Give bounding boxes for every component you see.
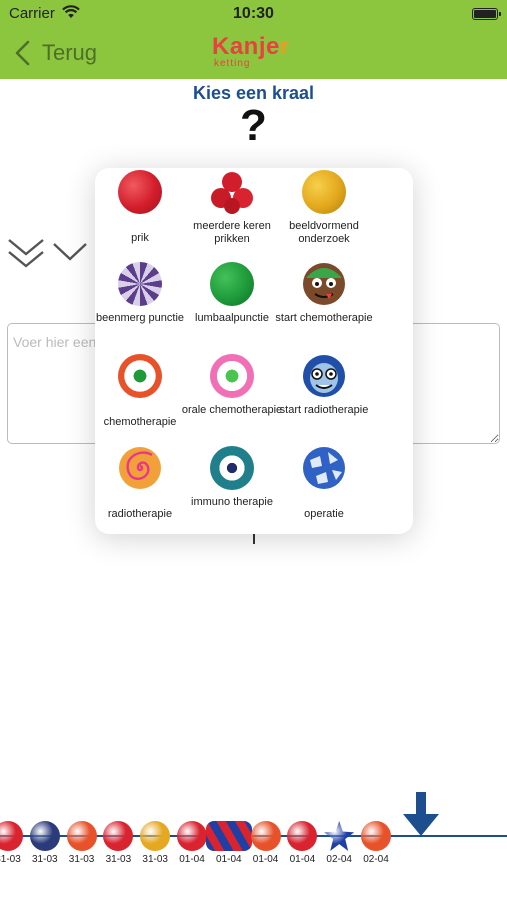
red-cluster-bead-icon xyxy=(211,172,253,214)
back-label: Terug xyxy=(42,40,98,65)
bead-option-beeldvormend-onderzoek[interactable]: beeldvormend onderzoek xyxy=(279,168,369,258)
double-chevron-down-icon[interactable] xyxy=(6,236,46,272)
status-time: 10:30 xyxy=(233,5,274,22)
green-face-bead-icon xyxy=(303,263,345,305)
bead-option-start-radiotherapie[interactable]: start radiotherapie xyxy=(279,352,369,442)
orange-spiral-bead-icon xyxy=(119,447,161,489)
pink-target-bead-icon xyxy=(210,354,254,398)
orange-target-bead-icon xyxy=(118,354,162,398)
bead-option-chemotherapie[interactable]: chemotherapie xyxy=(95,352,185,442)
teal-target-bead-icon xyxy=(210,446,254,490)
timeline-bead[interactable] xyxy=(177,821,207,851)
yellow-bead-icon xyxy=(302,170,346,214)
timeline-bead[interactable] xyxy=(361,821,391,851)
chevron-left-icon xyxy=(15,40,30,66)
timeline-bead[interactable] xyxy=(250,821,281,851)
bead-option-immuno-therapie[interactable]: immuno therapie xyxy=(187,444,277,534)
red-bead-icon xyxy=(118,170,162,214)
blue-face-bead-icon xyxy=(303,355,345,397)
timeline-bead[interactable] xyxy=(287,821,318,851)
status-bar: Carrier 10:30 xyxy=(0,0,507,28)
purple-swirl-bead-icon xyxy=(118,262,162,306)
blue-white-bead-icon xyxy=(303,447,345,489)
question-mark-icon[interactable]: ? xyxy=(0,101,507,151)
bead-option-beenmerg-punctie[interactable]: beenmerg punctie xyxy=(95,260,185,350)
bead-option-meerdere-keren-prikken[interactable]: meerdere keren prikken xyxy=(187,168,277,258)
bead-option-prik[interactable]: prik xyxy=(95,168,185,258)
timeline-bead[interactable] xyxy=(205,821,252,851)
timeline-bead[interactable] xyxy=(66,821,97,851)
kanjer-logo: Kanjer ketting xyxy=(212,33,290,69)
chevron-down-icon[interactable] xyxy=(52,240,88,264)
green-bead-icon xyxy=(210,262,254,306)
bead-timeline: 31-0331-0331-0331-0331-0301-0401-0401-04… xyxy=(0,790,507,890)
timeline-bead[interactable] xyxy=(140,821,171,851)
timeline-bead[interactable] xyxy=(0,821,23,851)
bead-option-start-chemotherapie[interactable]: start chemotherapie xyxy=(275,260,373,350)
timeline-bead[interactable] xyxy=(103,821,134,851)
bead-option-operatie[interactable]: operatie xyxy=(279,444,369,534)
home-indicator-area xyxy=(0,890,507,900)
timeline-bead[interactable] xyxy=(29,821,60,851)
bead-option-radiotherapie[interactable]: radiotherapie xyxy=(95,444,185,534)
bead-option-orale-chemotherapie[interactable]: orale chemotherapie xyxy=(182,352,282,442)
bead-option-lumbaalpunctie[interactable]: lumbaalpunctie xyxy=(187,260,277,350)
bead-picker-popover: prik meerdere keren prikken beeldvormend… xyxy=(95,168,413,534)
arrow-down-icon xyxy=(403,792,439,836)
back-button[interactable]: Terug xyxy=(14,38,97,68)
timeline-date: 02-04 xyxy=(363,854,389,865)
navigation-bar: Carrier 10:30 Terug Kanjer ketting xyxy=(0,0,507,79)
battery-icon xyxy=(472,8,501,20)
